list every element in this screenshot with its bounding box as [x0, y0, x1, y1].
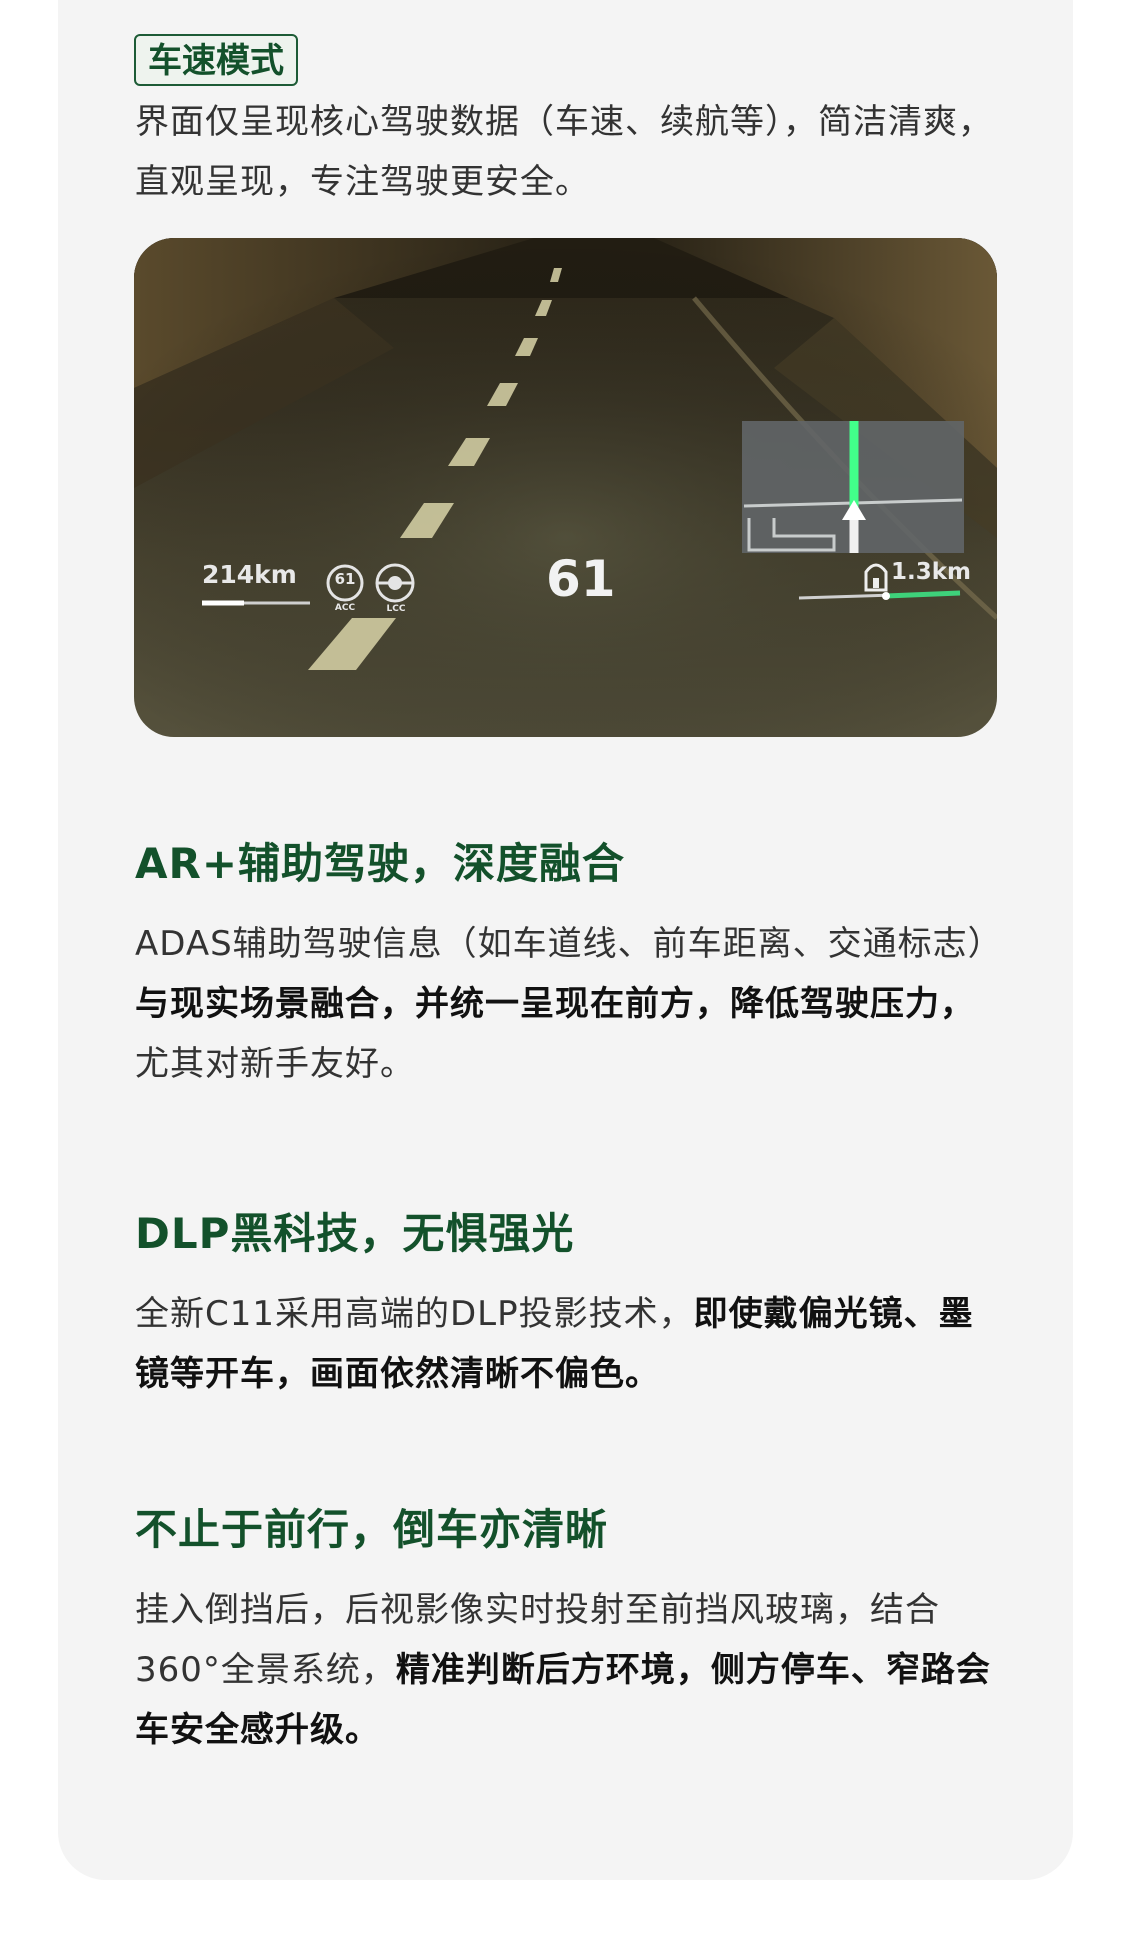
ar-text-bold: 与现实场景融合，并统一呈现在前方，降低驾驶压力， [135, 984, 975, 1024]
hud-range: 214km [202, 560, 297, 589]
hud-lcc-label: LCC [386, 604, 406, 614]
tunnel-scene [134, 238, 997, 737]
dlp-paragraph: 全新C11采用高端的DLP投影技术，即使戴偏光镜、墨镜等开车，画面依然清晰不偏色… [135, 1284, 1000, 1404]
hud-speed: 61 [546, 550, 616, 608]
speed-mode-tag: 车速模式 [134, 34, 298, 86]
hud-acc-speed: 61 [334, 570, 356, 588]
speed-mode-section: 界面仅呈现核心驾驶数据（车速、续航等），简洁清爽，直观呈现，专注驾驶更安全。 [135, 92, 1000, 212]
ar-text: ADAS辅助驾驶信息（如车道线、前车距离、交通标志） [135, 924, 1003, 964]
hud-tunnel-distance: 1.3km [891, 559, 972, 585]
reverse-heading: 不止于前行，倒车亦清晰 [135, 1505, 609, 1554]
ar-section: AR+辅助驾驶，深度融合 ADAS辅助驾驶信息（如车道线、前车距离、交通标志） 与… [135, 836, 1003, 1094]
nav-map [742, 421, 964, 553]
reverse-paragraph: 挂入倒挡后，后视影像实时投射至前挡风玻璃，结合360°全景系统，精准判断后方环境… [135, 1580, 1000, 1760]
ar-text-tail: 尤其对新手友好。 [135, 1044, 415, 1084]
ar-heading: AR+辅助驾驶，深度融合 [135, 839, 626, 888]
dlp-heading: DLP黑科技，无惧强光 [135, 1209, 575, 1258]
speed-mode-description: 界面仅呈现核心驾驶数据（车速、续航等），简洁清爽，直观呈现，专注驾驶更安全。 [135, 102, 993, 202]
dlp-text: 全新C11采用高端的DLP投影技术， [135, 1294, 694, 1334]
reverse-section: 不止于前行，倒车亦清晰 挂入倒挡后，后视影像实时投射至前挡风玻璃，结合360°全… [135, 1502, 1000, 1760]
dlp-section: DLP黑科技，无惧强光 全新C11采用高端的DLP投影技术，即使戴偏光镜、墨镜等… [135, 1206, 1000, 1404]
ar-paragraph: ADAS辅助驾驶信息（如车道线、前车距离、交通标志） 与现实场景融合，并统一呈现在… [135, 914, 1003, 1094]
hud-acc-label: ACC [334, 603, 356, 613]
hud-photo: 214km 61 ACC LCC 61 1.3km [134, 238, 997, 737]
